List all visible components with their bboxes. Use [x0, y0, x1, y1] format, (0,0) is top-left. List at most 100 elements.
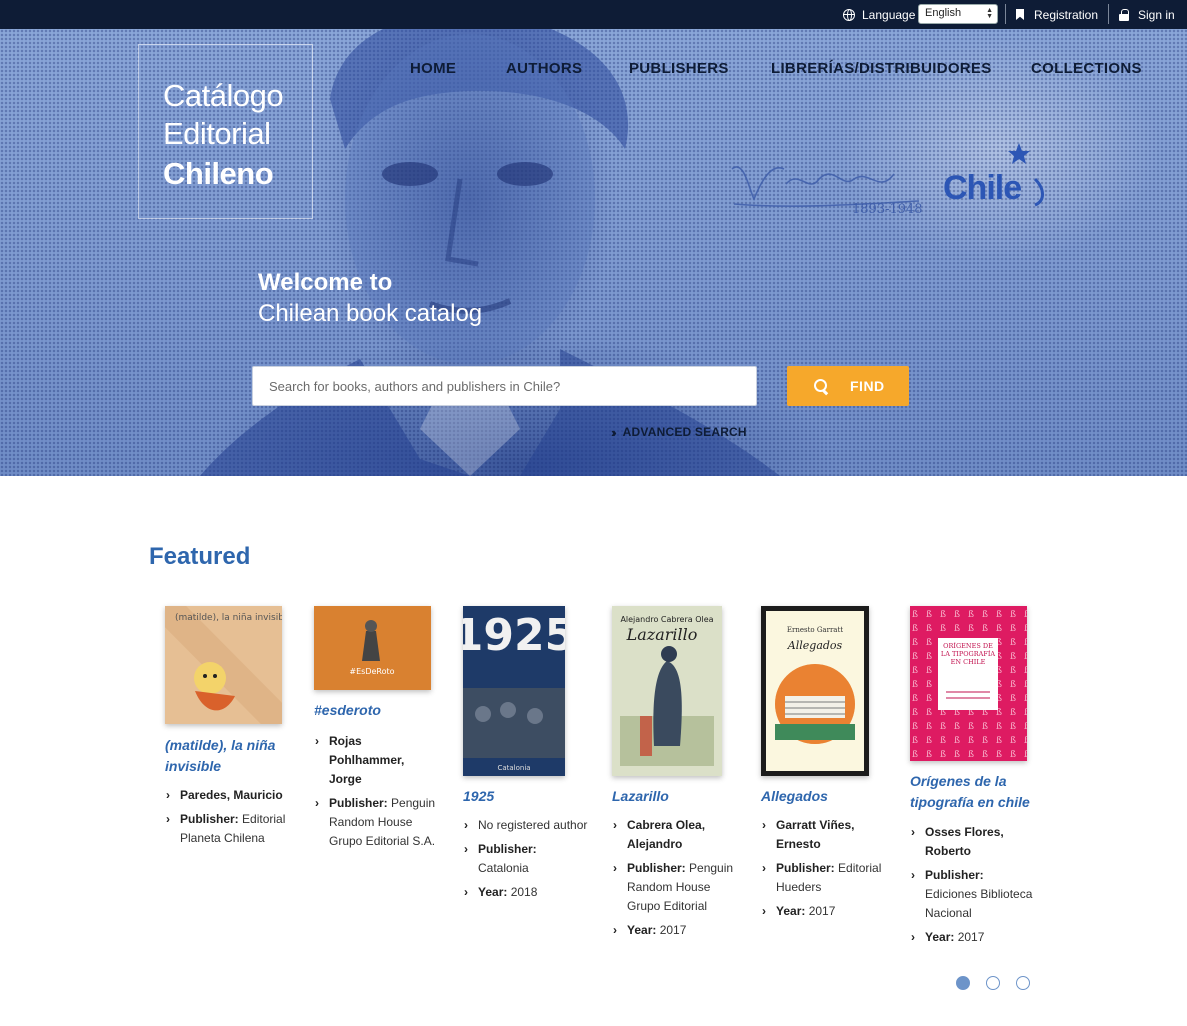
chevron-right-icon: › — [315, 796, 319, 810]
author-row[interactable]: › Paredes, Mauricio — [165, 786, 290, 805]
chevron-right-icon: › — [315, 734, 319, 748]
publisher-label: Publisher: — [329, 796, 388, 810]
cover-title: Lazarillo — [626, 625, 698, 644]
chevron-right-icon: › — [464, 818, 468, 832]
welcome-heading: Welcome to — [258, 269, 393, 296]
search-input[interactable]: Search for books, authors and publishers… — [252, 366, 757, 406]
carousel-dot-3[interactable] — [1016, 976, 1030, 990]
chevron-right-icon: › — [762, 818, 766, 832]
year-row: › Year: 2017 — [910, 928, 1035, 947]
signature-years: 1893-1948 — [852, 202, 923, 217]
book-cover[interactable]: (matilde), la niña invisible — [165, 606, 282, 724]
language-select-value: English — [925, 7, 962, 19]
bookmark-icon — [1016, 9, 1024, 20]
registration-label: Registration — [1034, 7, 1099, 22]
chevron-right-icon: › — [762, 904, 766, 918]
author-name: No registered author — [478, 818, 588, 832]
chevron-right-icon: › — [911, 825, 915, 839]
catalog-logo[interactable]: Catálogo Editorial Chileno — [138, 44, 313, 219]
book-title[interactable]: 1925 — [463, 786, 588, 807]
nav-publishers[interactable]: PUBLISHERS — [629, 60, 729, 80]
book-title[interactable]: #esderoto — [314, 700, 439, 721]
language-label: Language — [862, 7, 916, 22]
signature-image: 1893-1948 — [731, 166, 923, 217]
chevron-right-icon: › — [464, 842, 468, 856]
cover-illustration: Alejandro Cabrera Olea Lazarillo — [612, 606, 722, 776]
chevron-right-icon: › — [166, 788, 170, 802]
nav-authors[interactable]: AUTHORS — [506, 60, 582, 80]
publisher-row: › Publisher: Editorial Planeta Chilena — [165, 810, 290, 848]
year-label: Year: — [925, 930, 955, 944]
signin-link[interactable]: Sign in — [1119, 0, 1175, 29]
book-title[interactable]: Allegados — [761, 786, 886, 807]
year-row: › Year: 2018 — [463, 883, 588, 902]
book-cover[interactable]: #EsDeRoto — [314, 606, 431, 690]
author-row[interactable]: › Garratt Viñes, Ernesto — [761, 816, 886, 854]
publisher-row: › Publisher: Catalonia — [463, 840, 588, 878]
find-button[interactable]: FIND — [787, 366, 909, 406]
publisher-label: Publisher: — [776, 861, 835, 875]
logo-line-2: Editorial — [163, 116, 271, 151]
chevron-right-icon: › — [762, 861, 766, 875]
book-title[interactable]: Orígenes de la tipografía en chile — [910, 771, 1035, 813]
author-row[interactable]: › Osses Flores, Roberto — [910, 823, 1035, 861]
advanced-search-link[interactable]: ›› ADVANCED SEARCH — [611, 424, 747, 440]
publisher-label: Publisher: — [180, 812, 239, 826]
cover-title: Allegados — [787, 639, 843, 652]
book-meta: › No registered author › Publisher: Catalon… — [463, 816, 588, 907]
double-chevron-right-icon: ›› — [611, 424, 616, 440]
topbar-divider — [1108, 4, 1109, 24]
logo-line-3: Chileno — [163, 156, 274, 191]
cover-brand: Catalonia — [497, 764, 530, 772]
hero-banner: Catálogo Editorial Chileno HOME AUTHORS … — [0, 29, 1187, 476]
logo-line-1: Catálogo — [163, 78, 284, 113]
language-selector-label: Language — [843, 0, 915, 29]
year-value: 2018 — [510, 885, 538, 899]
author-name: Paredes, Mauricio — [180, 788, 283, 802]
book-cover[interactable]: ß ORÍGENES DE LA TIPOGRAFÍA EN CHILE — [910, 606, 1027, 761]
book-title[interactable]: (matilde), la niña invisible — [165, 735, 290, 777]
cover-title: (matilde), la niña invisible — [175, 613, 282, 623]
cover-illustration: 1925 Catalonia — [463, 606, 565, 776]
publisher-row: › Publisher: Ediciones Biblioteca Nacional — [910, 866, 1035, 923]
year-row: › Year: 2017 — [612, 921, 737, 940]
book-title[interactable]: Lazarillo — [612, 786, 737, 807]
carousel-dot-2[interactable] — [986, 976, 1000, 990]
search-icon — [814, 379, 828, 393]
chevron-right-icon: › — [613, 923, 617, 937]
book-meta: › Rojas Pohlhammer, Jorge › Publisher: Pen… — [314, 732, 439, 856]
chevron-right-icon: › — [613, 861, 617, 875]
year-label: Year: — [478, 885, 508, 899]
nav-collections[interactable]: COLLECTIONS — [1031, 60, 1142, 80]
author-name: Garratt Viñes, Ernesto — [776, 818, 855, 851]
year-value: 2017 — [808, 904, 836, 918]
star-logo-icon — [1008, 143, 1044, 207]
author-row[interactable]: › Rojas Pohlhammer, Jorge — [314, 732, 439, 789]
book-cover[interactable]: 1925 Catalonia — [463, 606, 565, 776]
publisher-name: Catalonia — [478, 861, 529, 875]
book-meta: › Osses Flores, Roberto › Publisher: Edicio… — [910, 823, 1035, 952]
book-meta: › Garratt Viñes, Ernesto › Publisher: Edit… — [761, 816, 886, 926]
publisher-name: Ediciones Biblioteca Nacional — [925, 887, 1033, 920]
language-select[interactable]: English ▲ ▼ — [918, 4, 998, 24]
registration-link[interactable]: Registration — [1016, 0, 1098, 29]
book-cover[interactable]: Alejandro Cabrera Olea Lazarillo — [612, 606, 722, 776]
book-cover[interactable]: Ernesto Garratt Allegados — [761, 606, 869, 776]
globe-icon — [843, 8, 855, 21]
carousel-pagination — [956, 976, 1046, 990]
select-arrows-icon: ▲ ▼ — [986, 7, 993, 20]
publisher-row: › Publisher: Penguin Random House Grupo E… — [612, 859, 737, 916]
publisher-label: Publisher: — [627, 861, 686, 875]
advanced-search-label: ADVANCED SEARCH — [622, 425, 747, 439]
author-name: Osses Flores, Roberto — [925, 825, 1004, 858]
author-row[interactable]: › Cabrera Olea, Alejandro — [612, 816, 737, 854]
year-label: Year: — [627, 923, 657, 937]
cover-illustration: #EsDeRoto — [314, 606, 431, 690]
nav-home[interactable]: HOME — [410, 60, 456, 80]
carousel-dot-1[interactable] — [956, 976, 970, 990]
welcome-subheading: Chilean book catalog — [258, 300, 483, 327]
cover-author: Ernesto Garratt — [787, 626, 843, 634]
chevron-right-icon: › — [911, 930, 915, 944]
author-name: Cabrera Olea, Alejandro — [627, 818, 706, 851]
nav-librerias-distribuidores[interactable]: LIBRERÍAS/DISTRIBUIDORES — [771, 60, 992, 80]
